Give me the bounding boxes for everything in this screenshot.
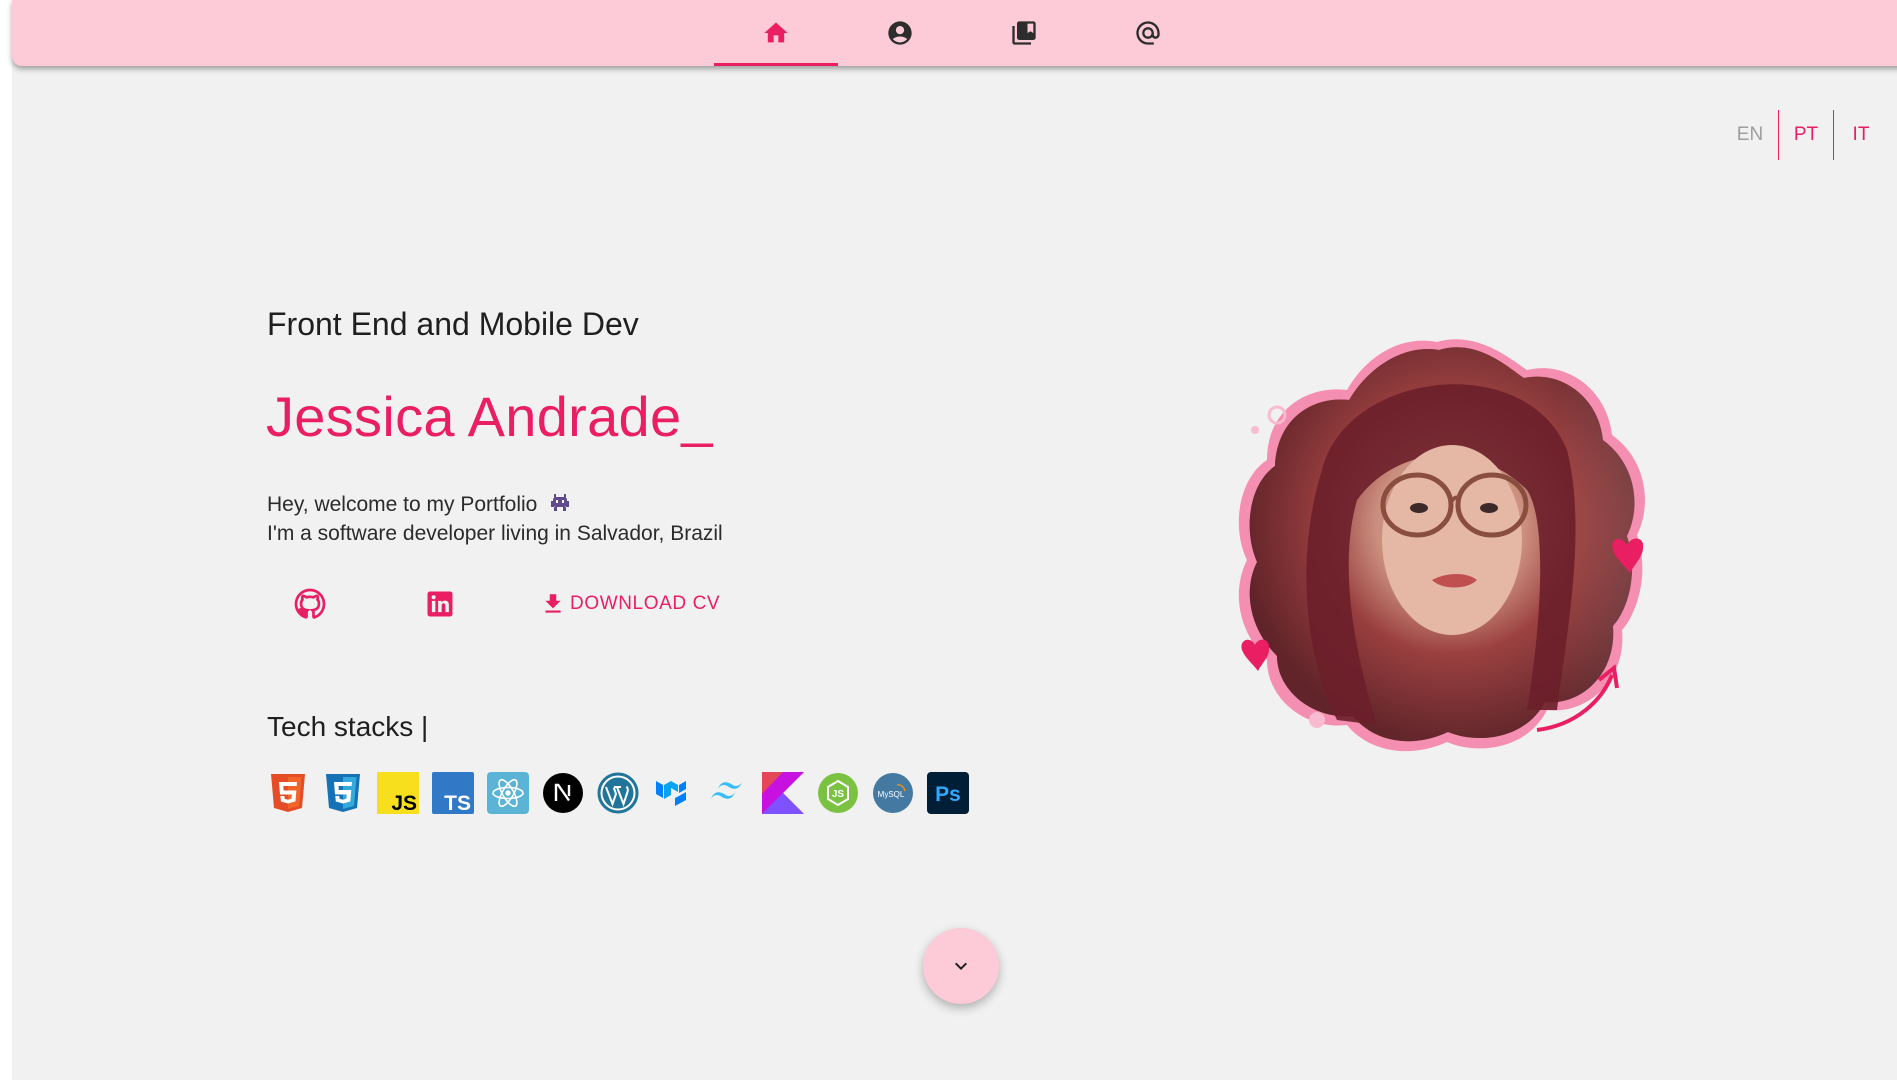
hero-intro: Hey, welcome to my Portfolio I'm a softw… [267,491,723,547]
tech-stacks-title: Tech stacks | [267,711,429,742]
linkedin-link[interactable] [420,585,460,623]
linkedin-icon [427,591,453,617]
kotlin-icon [762,772,804,814]
scroll-down-button[interactable] [923,928,999,1004]
mysql-label: MySQL [878,790,905,799]
html5-icon [267,772,309,814]
user-circle-icon [888,21,912,45]
github-link[interactable] [290,585,330,623]
intro-line-2: I'm a software developer living in Salva… [267,522,723,545]
download-cv-label: DOWNLOAD CV [570,593,721,614]
at-sign-icon [1136,21,1160,45]
react-icon [487,772,529,814]
hero-subtitle: Front End and Mobile Dev [267,306,639,342]
tech-stack-list: JS TS JS MySQL Ps [267,772,969,814]
nodejs-icon: JS [817,772,859,814]
github-icon [294,588,326,619]
javascript-label: JS [391,792,417,814]
tailwind-icon [707,772,749,814]
nextjs-icon [542,772,584,814]
top-nav-bar [12,0,1897,66]
lang-it-button[interactable]: IT [1834,110,1888,160]
intro-line-1: Hey, welcome to my Portfolio [267,493,538,516]
home-icon [764,22,788,43]
alien-monster-icon [549,493,571,520]
mysql-icon: MySQL [872,772,914,814]
profile-photo [1227,330,1667,770]
wordpress-icon [597,772,639,814]
css3-icon [322,772,364,814]
hero-name: Jessica Andrade_ [266,385,713,448]
page: EN PT IT Front End and Mobile Dev Jessic… [0,0,1897,1080]
nav-tab-contact[interactable] [1086,0,1210,66]
download-icon [545,594,561,613]
photoshop-label: Ps [935,783,961,806]
typescript-label: TS [444,792,471,814]
typescript-icon: TS [432,772,474,814]
download-cv-button[interactable]: DOWNLOAD CV [540,585,720,623]
nav-tab-about[interactable] [838,0,962,66]
nav-tab-home[interactable] [714,0,838,66]
library-books-icon [1012,21,1036,45]
nav-tab-projects[interactable] [962,0,1086,66]
material-ui-icon [652,772,694,814]
chevron-down-icon [955,962,967,970]
javascript-icon: JS [377,772,419,814]
lang-en-button[interactable]: EN [1722,110,1778,160]
photoshop-icon: Ps [927,772,969,814]
lang-pt-button[interactable]: PT [1779,110,1833,160]
svg-text:JS: JS [832,789,845,800]
